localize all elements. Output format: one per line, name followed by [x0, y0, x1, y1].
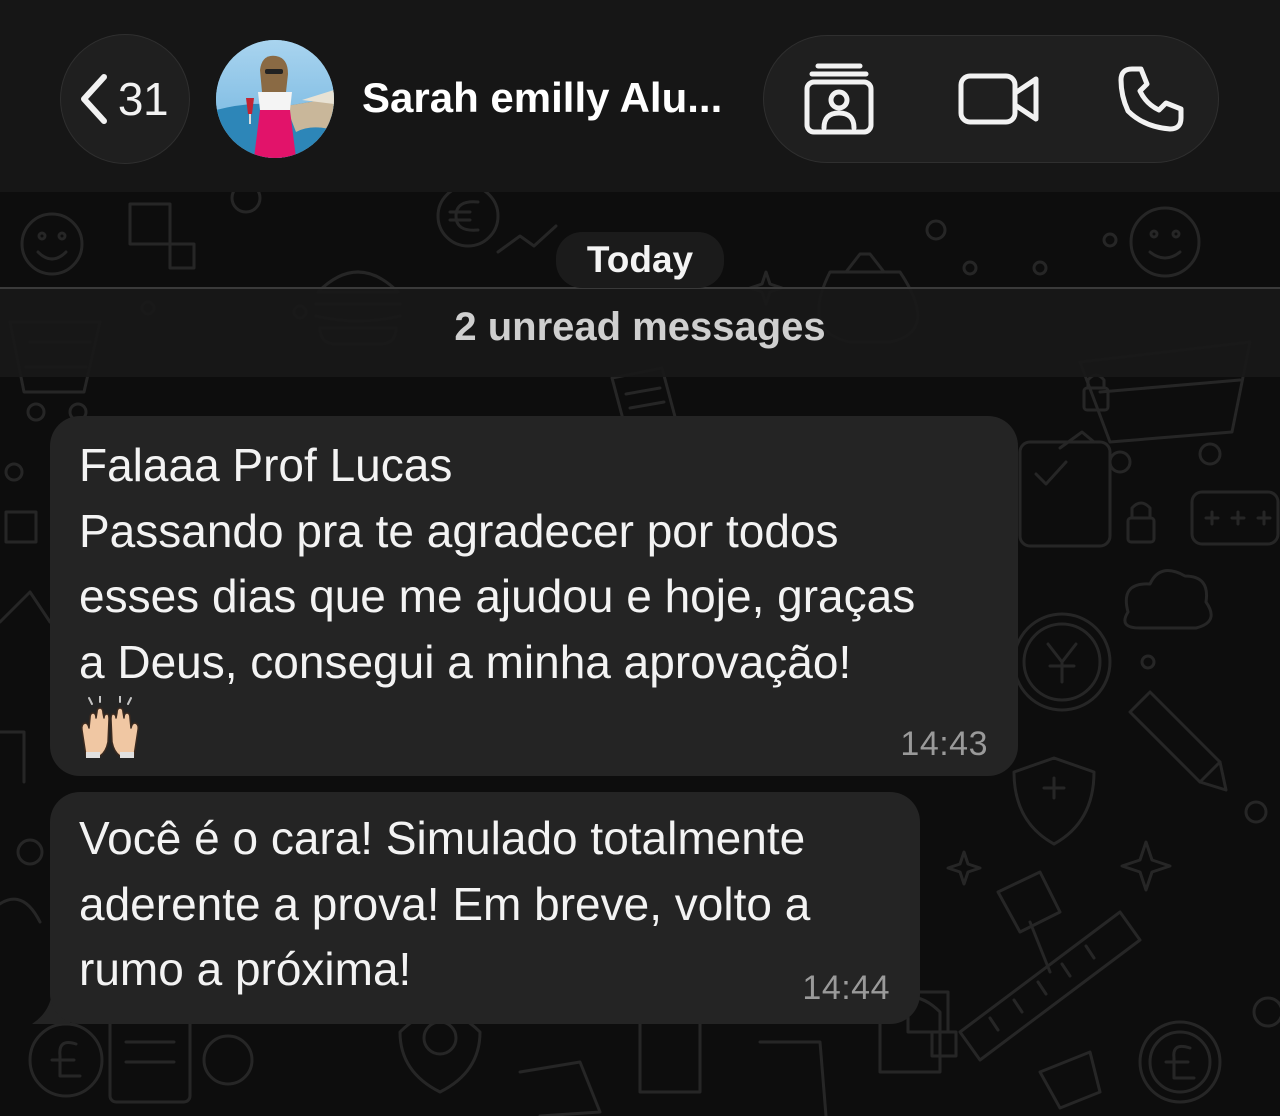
call-actions-group [763, 35, 1219, 163]
raising-hands-icon [81, 695, 139, 758]
unread-messages-label: 2 unread messages [454, 305, 826, 349]
date-separator: Today [556, 232, 724, 288]
incoming-message-bubble[interactable]: Você é o cara! Simulado totalmente adere… [50, 792, 920, 1024]
contact-card-icon [804, 63, 874, 134]
contact-name[interactable]: Sarah emilly Alu... [362, 74, 722, 122]
chat-header: 31 Sarah emilly Alu... [0, 0, 1280, 192]
contact-card-button[interactable] [784, 36, 894, 161]
video-call-button[interactable] [944, 36, 1054, 161]
message-timestamp: 14:43 [900, 725, 988, 763]
avatar[interactable] [216, 40, 334, 158]
back-button[interactable]: 31 [60, 34, 190, 164]
chat-screen: 31 Sarah emilly Alu... Today 2 unread me… [0, 0, 1280, 1116]
message-text: Falaaa Prof Lucas Passando pra te agrade… [79, 439, 916, 688]
message-text: Você é o cara! Simulado totalmente adere… [79, 812, 811, 995]
phone-icon [1118, 66, 1184, 131]
avatar-photo [216, 40, 334, 158]
incoming-message-bubble[interactable]: Falaaa Prof Lucas Passando pra te agrade… [50, 416, 1018, 776]
message-timestamp: 14:44 [802, 969, 890, 1007]
chevron-left-icon [80, 74, 107, 124]
unread-chats-count: 31 [117, 73, 169, 125]
video-camera-icon [958, 73, 1039, 124]
voice-call-button[interactable] [1096, 36, 1206, 161]
raising-hands-emoji [78, 695, 142, 763]
